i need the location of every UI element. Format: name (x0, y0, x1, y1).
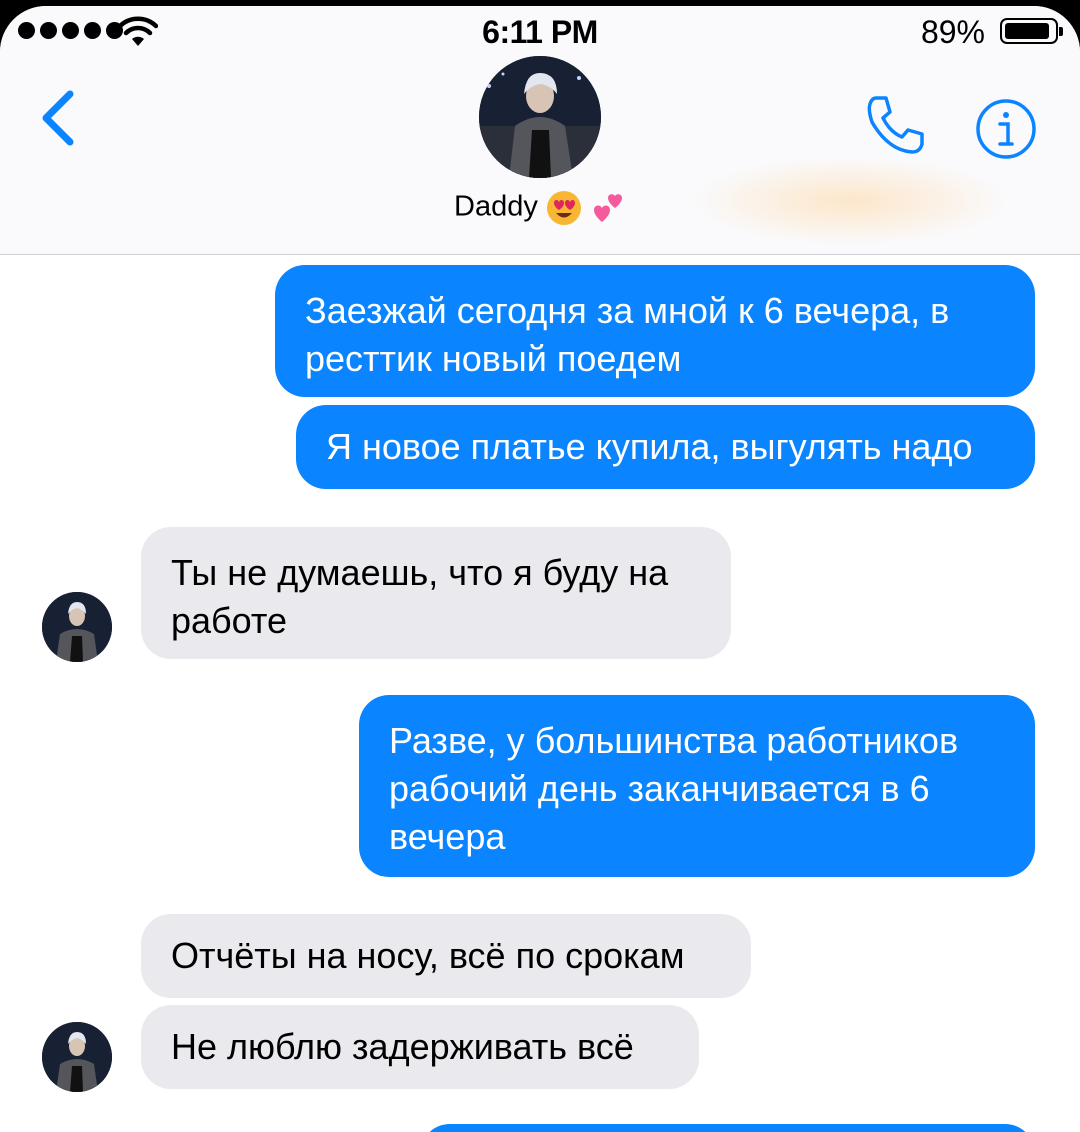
contact-name-text: Daddy (454, 190, 538, 223)
message-bubble-outgoing[interactable]: Заезжай сегодня за мной к 6 вечера, в ре… (275, 265, 1035, 397)
message-text: Я новое платье купила, выгулять надо (326, 426, 973, 467)
message-bubble-incoming[interactable]: Не люблю задерживать всё (141, 1005, 699, 1089)
message-text: Разве, у большинства работников рабочий … (389, 720, 959, 857)
contact-avatar-small[interactable] (42, 1022, 112, 1092)
status-time: 6:11 PM (482, 14, 598, 50)
message-text: Ты не думаешь, что я буду на работе (171, 552, 669, 641)
message-bubble-outgoing[interactable]: Я новое платье купила, выгулять надо (296, 405, 1035, 489)
message-text: Отчёты на носу, всё по срокам (171, 935, 685, 976)
message-text: Не люблю задерживать всё (171, 1026, 634, 1067)
conversation-header: 6:11 PM 89% Daddy (0, 6, 1080, 255)
message-text: Заезжай сегодня за мной к 6 вечера, в ре… (305, 290, 950, 379)
message-bubble-outgoing[interactable]: Разве, у большинства работников рабочий … (359, 695, 1035, 877)
heart-eyes-emoji-icon (546, 191, 581, 225)
two-hearts-emoji-icon (593, 194, 622, 222)
battery-percentage: 89% (920, 14, 985, 50)
chevron-left-icon[interactable] (36, 86, 80, 150)
messages-screen: 6:11 PM 89% Daddy Заезжай сегодня за мно… (0, 6, 1080, 1132)
message-bubble-incoming[interactable]: Ты не думаешь, что я буду на работе (141, 527, 731, 659)
battery-icon (1000, 18, 1063, 44)
status-bar: 6:11 PM 89% (0, 6, 1080, 56)
contact-avatar-small[interactable] (42, 592, 112, 662)
message-bubble-incoming[interactable]: Отчёты на носу, всё по срокам (141, 914, 751, 998)
message-bubble-outgoing-partial[interactable] (420, 1124, 1035, 1132)
phone-icon[interactable] (862, 92, 928, 158)
contact-avatar[interactable] (479, 56, 601, 178)
contact-name[interactable]: Daddy (0, 190, 1080, 226)
info-icon[interactable] (975, 98, 1037, 160)
